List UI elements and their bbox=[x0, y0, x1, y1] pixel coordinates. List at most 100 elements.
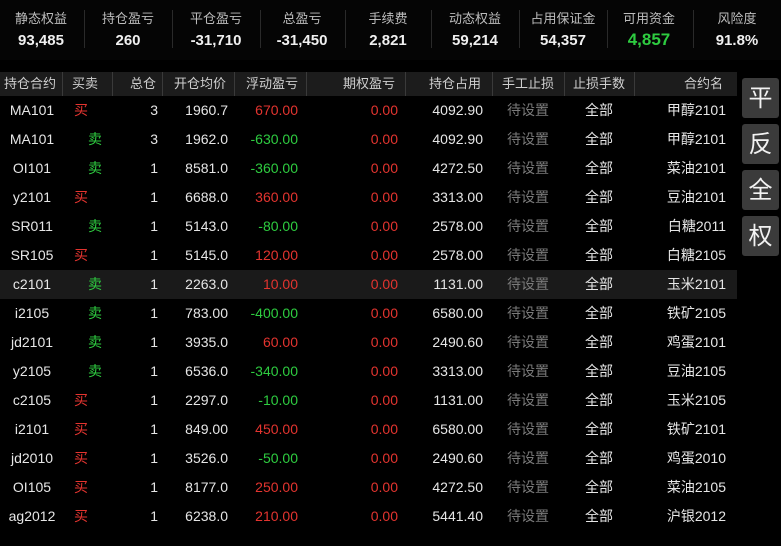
contract-name-cell: 白糖2011 bbox=[667, 218, 726, 234]
side-cell: 卖 bbox=[88, 334, 102, 350]
table-row[interactable]: ag2012 买 1 6238.0 210.00 0.00 5441.40 待设置 全部 沪银20… bbox=[0, 502, 737, 531]
column-header-manual-stop[interactable]: 手工止损 bbox=[502, 72, 554, 96]
contract-name-cell: 豆油2101 bbox=[666, 189, 726, 205]
manual-stop-cell[interactable]: 待设置 bbox=[492, 125, 564, 154]
column-header-floating-pnl[interactable]: 浮动盈亏 bbox=[246, 72, 298, 96]
contract-cell: i2101 bbox=[14, 421, 50, 437]
margin-cell: 6580.00 bbox=[432, 305, 483, 321]
qty-cell: 1 bbox=[150, 479, 158, 495]
stop-qty-cell[interactable]: 全部 bbox=[564, 502, 634, 531]
stop-qty-cell[interactable]: 全部 bbox=[564, 125, 634, 154]
column-header-side[interactable]: 买卖 bbox=[72, 72, 98, 96]
manual-stop-cell[interactable]: 待设置 bbox=[492, 473, 564, 502]
manual-stop-cell[interactable]: 待设置 bbox=[492, 270, 564, 299]
manual-stop-cell[interactable]: 待设置 bbox=[492, 212, 564, 241]
contract-name-cell: 白糖2105 bbox=[666, 247, 726, 263]
column-header-stop-qty[interactable]: 止损手数 bbox=[573, 72, 625, 96]
column-header-margin[interactable]: 持仓占用 bbox=[429, 72, 481, 96]
table-row[interactable]: y2101 买 1 6688.0 360.00 0.00 3313.00 待设置 全部 豆油210… bbox=[0, 183, 737, 212]
table-row[interactable]: i2105 卖 1 783.00 -400.00 0.00 6580.00 待设置 全部 铁矿21… bbox=[0, 299, 737, 328]
stop-qty-cell[interactable]: 全部 bbox=[564, 299, 634, 328]
stop-qty-cell[interactable]: 全部 bbox=[564, 473, 634, 502]
column-header-option-pnl[interactable]: 期权盈亏 bbox=[343, 72, 395, 96]
summary-divider bbox=[607, 10, 608, 48]
manual-stop-cell[interactable]: 待设置 bbox=[492, 154, 564, 183]
avg-price-cell: 2263.0 bbox=[185, 276, 228, 292]
stop-qty-cell[interactable]: 全部 bbox=[564, 415, 634, 444]
stop-qty-cell[interactable]: 全部 bbox=[564, 154, 634, 183]
stop-qty-cell[interactable]: 全部 bbox=[564, 357, 634, 386]
stop-qty-cell[interactable]: 全部 bbox=[564, 328, 634, 357]
contract-name-cell: 鸡蛋2010 bbox=[666, 450, 726, 466]
margin-cell: 4272.50 bbox=[432, 479, 483, 495]
table-row[interactable]: jd2010 买 1 3526.0 -50.00 0.00 2490.60 待设置 全部 鸡蛋20… bbox=[0, 444, 737, 473]
available-funds: 可用资金 4,857 bbox=[609, 0, 689, 60]
table-row[interactable]: SR011 卖 1 5143.0 -80.00 0.00 2578.00 待设置 全部 白糖201… bbox=[0, 212, 737, 241]
manual-stop-cell[interactable]: 待设置 bbox=[492, 299, 564, 328]
manual-stop-cell[interactable]: 待设置 bbox=[492, 386, 564, 415]
contract-cell: c2101 bbox=[12, 276, 52, 292]
stop-qty-cell[interactable]: 全部 bbox=[564, 270, 634, 299]
option-pnl-cell: 0.00 bbox=[370, 508, 398, 524]
total-pnl-label: 总盈亏 bbox=[282, 11, 322, 26]
floating-pnl-cell: 250.00 bbox=[255, 479, 298, 495]
contract-cell: OI105 bbox=[12, 479, 52, 495]
stop-qty-cell[interactable]: 全部 bbox=[564, 96, 634, 125]
table-row[interactable]: MA101 买 3 1960.7 670.00 0.00 4092.90 待设置 全部 甲醇210… bbox=[0, 96, 737, 125]
manual-stop-cell[interactable]: 待设置 bbox=[492, 357, 564, 386]
table-row[interactable]: c2101 卖 1 2263.0 10.00 0.00 1131.00 待设置 全部 玉米2101 bbox=[0, 270, 737, 299]
margin-cell: 5441.40 bbox=[432, 508, 483, 524]
manual-stop-cell[interactable]: 待设置 bbox=[492, 183, 564, 212]
dynamic-equity: 动态权益 59,214 bbox=[433, 0, 517, 60]
manual-stop-cell[interactable]: 待设置 bbox=[492, 241, 564, 270]
qty-cell: 3 bbox=[150, 131, 158, 147]
column-header-name[interactable]: 合约名 bbox=[684, 72, 723, 96]
summary-divider bbox=[693, 10, 694, 48]
avg-price-cell: 8177.0 bbox=[185, 479, 228, 495]
margin-cell: 3313.00 bbox=[432, 189, 483, 205]
table-row[interactable]: jd2101 卖 1 3935.0 60.00 0.00 2490.60 待设置 全部 鸡蛋210… bbox=[0, 328, 737, 357]
contract-name-cell: 鸡蛋2101 bbox=[666, 334, 726, 350]
floating-pnl-cell: 120.00 bbox=[255, 247, 298, 263]
side-cell: 买 bbox=[74, 189, 88, 205]
manual-stop-cell[interactable]: 待设置 bbox=[492, 415, 564, 444]
column-header-contract[interactable]: 持仓合约 bbox=[4, 72, 56, 96]
reverse-position-button[interactable]: 反 bbox=[742, 124, 779, 164]
table-row[interactable]: y2105 卖 1 6536.0 -340.00 0.00 3313.00 待设置 全部 豆油21… bbox=[0, 357, 737, 386]
contract-name-cell: 甲醇2101 bbox=[666, 131, 726, 147]
column-divider bbox=[112, 72, 113, 96]
manual-stop-cell[interactable]: 待设置 bbox=[492, 502, 564, 531]
avg-price-cell: 6688.0 bbox=[185, 189, 228, 205]
manual-stop-cell[interactable]: 待设置 bbox=[492, 444, 564, 473]
stop-qty-cell[interactable]: 全部 bbox=[564, 212, 634, 241]
stop-qty-cell[interactable]: 全部 bbox=[564, 386, 634, 415]
close-position-button[interactable]: 平 bbox=[742, 78, 779, 118]
option-button[interactable]: 权 bbox=[742, 216, 779, 256]
manual-stop-cell[interactable]: 待设置 bbox=[492, 328, 564, 357]
side-cell: 买 bbox=[74, 102, 88, 118]
avg-price-cell: 3935.0 bbox=[185, 334, 228, 350]
table-row[interactable]: MA101 卖 3 1962.0 -630.00 0.00 4092.90 待设置 全部 甲醇21… bbox=[0, 125, 737, 154]
stop-qty-cell[interactable]: 全部 bbox=[564, 241, 634, 270]
column-header-avg-price[interactable]: 开仓均价 bbox=[174, 72, 226, 96]
table-row[interactable]: i2101 买 1 849.00 450.00 0.00 6580.00 待设置 全部 铁矿210… bbox=[0, 415, 737, 444]
table-row[interactable]: OI101 卖 1 8581.0 -360.00 0.00 4272.50 待设置 全部 菜油21… bbox=[0, 154, 737, 183]
floating-pnl-cell: -630.00 bbox=[250, 131, 298, 147]
qty-cell: 1 bbox=[150, 247, 158, 263]
table-row[interactable]: OI105 买 1 8177.0 250.00 0.00 4272.50 待设置 全部 菜油210… bbox=[0, 473, 737, 502]
column-divider bbox=[62, 72, 63, 96]
qty-cell: 1 bbox=[150, 450, 158, 466]
floating-pnl-cell: -80.00 bbox=[258, 218, 298, 234]
manual-stop-cell[interactable]: 待设置 bbox=[492, 96, 564, 125]
static-equity-label: 静态权益 bbox=[14, 11, 67, 26]
option-pnl-cell: 0.00 bbox=[370, 189, 398, 205]
table-row[interactable]: c2105 买 1 2297.0 -10.00 0.00 1131.00 待设置 全部 玉米210… bbox=[0, 386, 737, 415]
qty-cell: 3 bbox=[150, 102, 158, 118]
stop-qty-cell[interactable]: 全部 bbox=[564, 183, 634, 212]
summary-divider bbox=[84, 10, 85, 48]
close-all-button[interactable]: 全 bbox=[742, 170, 779, 210]
table-row[interactable]: SR105 买 1 5145.0 120.00 0.00 2578.00 待设置 全部 白糖210… bbox=[0, 241, 737, 270]
qty-cell: 1 bbox=[150, 160, 158, 176]
stop-qty-cell[interactable]: 全部 bbox=[564, 444, 634, 473]
column-header-qty[interactable]: 总仓 bbox=[130, 72, 156, 96]
